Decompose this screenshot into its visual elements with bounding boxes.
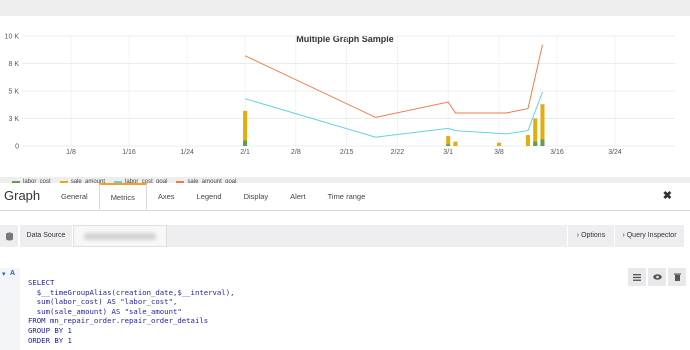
y-tick-label: 3 K bbox=[8, 116, 19, 123]
query-actions bbox=[628, 268, 686, 286]
x-tick-label: 1/16 bbox=[122, 149, 136, 156]
x-tick-label: 2/15 bbox=[340, 149, 354, 156]
options-button[interactable]: › Options bbox=[567, 225, 614, 247]
bar-labor_cost bbox=[446, 144, 451, 146]
datasource-row: Data Source › Options › Query Inspector bbox=[0, 225, 690, 247]
chart: 10 K 8 K 5 K 3 K 0 1/8 1/16 1/24 2/1 2/8 2/15 2/22… bbox=[5, 34, 675, 156]
y-tick-label: 10 K bbox=[5, 34, 20, 41]
graph-panel: Multiple Graph Sample 10 K8 K5 K3 K0 1/8… bbox=[0, 16, 690, 185]
sql-line: SELECT bbox=[28, 278, 55, 287]
sql-line: $__timeGroupAlias(creation_date,$__inter… bbox=[28, 287, 235, 297]
editor-title: Graph bbox=[4, 188, 41, 203]
x-tick-label: 3/24 bbox=[608, 149, 622, 156]
query-row-a: ▾ A SELECT $__timeGroupAlias(creation_da… bbox=[0, 268, 690, 350]
collapse-caret-icon[interactable]: ▾ bbox=[2, 270, 6, 278]
bar-labor_cost bbox=[243, 140, 248, 146]
query-gutter bbox=[0, 268, 20, 350]
x-tick-label: 3/8 bbox=[494, 149, 504, 156]
tab-axes[interactable]: Axes bbox=[147, 183, 186, 210]
y-tick-label: 5 K bbox=[8, 89, 19, 96]
tab-legend[interactable]: Legend bbox=[186, 183, 233, 210]
editor-header: Graph General Metrics Axes Legend Displa… bbox=[0, 183, 690, 211]
datasource-select[interactable] bbox=[73, 225, 167, 247]
datasource-spacer bbox=[167, 225, 567, 247]
bar-sale_amount bbox=[496, 142, 501, 146]
editor-tabs: General Metrics Axes Legend Display Aler… bbox=[50, 183, 376, 210]
bar-labor_cost bbox=[533, 141, 538, 146]
x-tick-label: 2/8 bbox=[291, 149, 301, 156]
line-labor_cost_goal bbox=[244, 91, 543, 138]
eye-icon[interactable] bbox=[648, 268, 666, 286]
x-tick-label: 3/1 bbox=[443, 149, 453, 156]
y-tick-label: 0 bbox=[15, 144, 19, 151]
tab-metrics[interactable]: Metrics bbox=[98, 183, 147, 210]
x-tick-label: 2/22 bbox=[391, 149, 405, 156]
bar-sale_amount bbox=[525, 135, 530, 146]
tab-time-range[interactable]: Time range bbox=[317, 183, 377, 210]
query-ref[interactable]: A bbox=[10, 270, 15, 277]
datasource-label: Data Source bbox=[20, 225, 72, 247]
sql-line: FROM mn_repair_order.repair_order_detail… bbox=[28, 316, 209, 326]
sql-line: ORDER BY 1 bbox=[28, 335, 72, 345]
query-inspector-button[interactable]: › Query Inspector bbox=[614, 225, 684, 247]
sql-line: sum(labor_cost) AS "labor_cost", bbox=[28, 297, 178, 307]
trash-icon[interactable] bbox=[668, 268, 686, 286]
x-tick-label: 2/1 bbox=[240, 149, 250, 156]
tab-alert[interactable]: Alert bbox=[279, 183, 316, 210]
x-tick-label: 1/8 bbox=[66, 149, 76, 156]
datasource-value-redacted bbox=[84, 233, 156, 240]
bar-labor_cost bbox=[540, 139, 545, 146]
line-sale_amount_goal bbox=[244, 44, 543, 118]
y-tick-label: 8 K bbox=[8, 61, 19, 68]
close-icon[interactable]: ✖ bbox=[663, 189, 672, 202]
sql-editor[interactable]: SELECT $__timeGroupAlias(creation_date,$… bbox=[28, 278, 234, 345]
tab-general[interactable]: General bbox=[50, 183, 99, 210]
panel-editor: Graph General Metrics Axes Legend Displa… bbox=[0, 183, 690, 350]
bar-sale_amount bbox=[453, 141, 458, 146]
x-tick-label: 3/16 bbox=[550, 149, 564, 156]
menu-icon[interactable] bbox=[628, 268, 646, 286]
sql-line: GROUP BY 1 bbox=[28, 325, 72, 335]
tab-display[interactable]: Display bbox=[233, 183, 280, 210]
database-icon bbox=[0, 225, 18, 247]
sql-line: sum(sale_amount) AS "sale_amount" bbox=[28, 306, 182, 316]
x-tick-label: 1/24 bbox=[180, 149, 194, 156]
